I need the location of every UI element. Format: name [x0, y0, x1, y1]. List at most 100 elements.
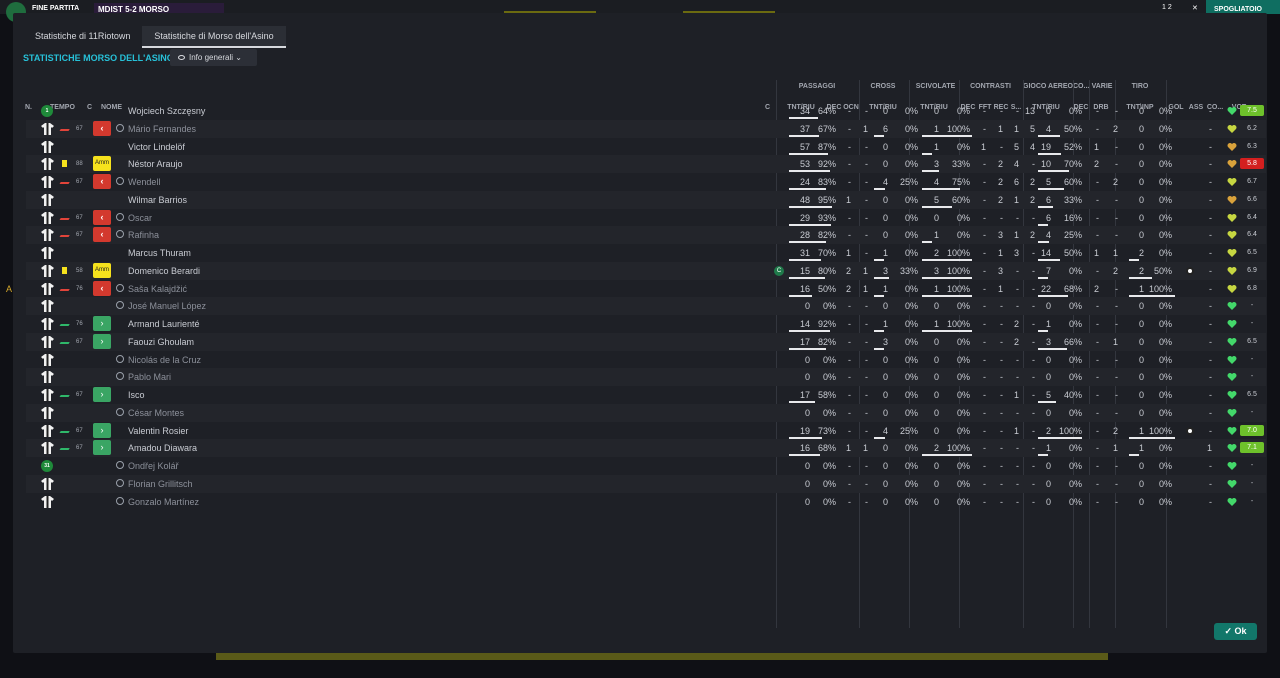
player-name[interactable]: Pablo Mari — [128, 371, 171, 383]
player-name[interactable]: Armand Laurienté — [128, 318, 200, 330]
stat-kdec: - — [983, 461, 986, 471]
stat-ap: 0% — [1068, 372, 1082, 383]
stat-sa: 0 — [933, 372, 939, 383]
table-row[interactable]: 67 › Isco 17 58% - -0 0% 0 0% - -1-5 40% - -0 0% -6.5 — [26, 386, 1266, 404]
player-name[interactable]: Nicolás de la Cruz — [128, 354, 201, 366]
table-row[interactable]: 67 ‹ Rafinha 28 82% - -0 0% 1 0% -3 1 2 4 25% - -0 0% -6.4 — [26, 226, 1266, 245]
player-name[interactable]: Valentin Rosier — [128, 425, 188, 437]
tab-away-stats[interactable]: Statistiche di Morso dell'Asino — [142, 26, 286, 48]
ratio-bar — [874, 436, 885, 439]
stat-kfft: - — [1000, 496, 1003, 507]
stat-ass: - — [1209, 265, 1212, 276]
heart-icon — [1227, 124, 1237, 133]
player-name[interactable]: Domenico Berardi — [128, 265, 200, 277]
stat-ass: - — [1209, 177, 1212, 187]
stat-sp: 0% — [956, 372, 970, 383]
stat-pp: 0% — [822, 407, 836, 418]
close-icon[interactable]: ✕ — [1192, 4, 1198, 12]
player-name[interactable]: Ondřej Kolář — [128, 460, 179, 472]
stat-krec: - — [1016, 461, 1019, 471]
stat-kfft: 2 — [997, 177, 1003, 187]
stat-ta: 1 — [1138, 425, 1144, 436]
table-row[interactable]: 67 ‹ Wendell 24 83% - -4 25% 4 75% -2 6 2 5 60% -2 0 0% -6… — [26, 173, 1266, 191]
player-name[interactable]: Faouzi Ghoulam — [128, 336, 194, 348]
stat-pocn: - — [865, 354, 868, 365]
stat-kfft: 2 — [997, 194, 1003, 205]
table-row[interactable]: Nicolás de la Cruz 0 0% - -0 0% 0 0% - - - -0 0% - -0 0… — [26, 351, 1266, 369]
heart-icon — [1227, 213, 1237, 222]
table-row[interactable]: 67 › Faouzi Ghoulam 17 82% - -3 0% 0 0% - -2-3 66% -1… — [26, 332, 1266, 351]
stat-tp: 0% — [1158, 230, 1172, 241]
rating-badge: 7.0 — [1240, 424, 1264, 436]
stat-kfft: - — [1000, 301, 1003, 312]
player-name[interactable]: Isco — [128, 389, 145, 401]
ok-button[interactable]: ✓ Ok — [1214, 623, 1257, 640]
table-row[interactable]: 76 ‹ Saša Kalajdžić 16 50% 2 1 1 0% 1 100% -1- -22 68… — [26, 280, 1266, 298]
ratio-bar — [789, 152, 829, 155]
rating-badge: - — [1250, 355, 1254, 363]
table-row[interactable]: 76 › Armand Laurienté 14 92% - -1 0% 1 100% - -2-1 0… — [26, 315, 1266, 333]
table-row[interactable]: José Manuel López 0 0% - -0 0% 0 0% - - - -0 0% - -0 0%… — [26, 297, 1266, 316]
heart-icon — [1227, 142, 1237, 151]
table-row[interactable]: Pablo Mari 0 0% - -0 0% 0 0% - - - -0 0% - -0 0% - - — [26, 368, 1266, 387]
player-name[interactable]: César Montes — [128, 407, 184, 419]
stat-pocn: 1 — [862, 283, 868, 294]
dressing-room-button[interactable]: SPOGLIATOIO — [1206, 0, 1280, 14]
stat-ca: 0 — [882, 478, 888, 489]
ratio-bar — [789, 436, 822, 439]
stat-krec: - — [1016, 354, 1019, 365]
player-name[interactable]: Amadou Diawara — [128, 442, 197, 454]
player-name[interactable]: Néstor Araujo — [128, 158, 183, 170]
table-row[interactable]: Wilmar Barrios 48 95% 1-0 0% 5 60% -2 1 2 6 33% - -0 0… — [26, 190, 1266, 209]
table-row[interactable]: César Montes 0 0% - -0 0% 0 0% - - - -0 0% - -0 0% - - — [26, 403, 1266, 422]
player-name[interactable]: Victor Lindelöf — [128, 141, 185, 153]
minute: 76 — [76, 285, 83, 292]
player-name[interactable]: Mário Fernandes — [128, 123, 196, 135]
stat-krec: 1 — [1013, 194, 1019, 205]
table-row[interactable]: 1 Wojciech Szczęsny 34 64% - -0 0% 0 0% - - -13 0 0% -… — [26, 102, 1266, 120]
table-row[interactable]: 88 Amm Néstor Araujo 53 92% - -0 0% 3 33% -2 4-10 70… — [26, 155, 1266, 174]
chevron-left-icon: ‹ — [93, 209, 111, 225]
table-row[interactable]: 67 › Valentin Rosier 19 73% - -4 25% 0 0% - -1-2 100… — [26, 422, 1266, 440]
player-name[interactable]: Wendell — [128, 176, 160, 188]
table-row[interactable]: Gonzalo Martínez 0 0% - -0 0% 0 0% - - - -0 0% - -0 0% -… — [26, 493, 1266, 511]
player-name[interactable]: Gonzalo Martínez — [128, 496, 199, 508]
stat-pdec: - — [848, 372, 851, 383]
table-row[interactable]: Victor Lindelöf 57 87% - -0 0% 1 0% 1-5 4 19 52% 1-0… — [26, 138, 1266, 156]
player-name[interactable]: Florian Grillitsch — [128, 478, 193, 490]
shirt-icon — [41, 176, 54, 188]
table-row[interactable]: 67 ‹ Mário Fernandes 37 67% -1 6 0% 1 100% -1 1 5 4 50… — [26, 119, 1266, 138]
table-row[interactable]: 31 Ondřej Kolář 0 0% - -0 0% 0 0% - - - -0 0% - -0 0% - - — [26, 457, 1266, 475]
player-name[interactable]: Saša Kalajdžić — [128, 283, 187, 295]
player-name[interactable]: Marcus Thuram — [128, 247, 191, 259]
stat-ass: - — [1209, 319, 1212, 329]
player-name[interactable]: Wojciech Szczęsny — [128, 105, 205, 117]
table-row[interactable]: Marcus Thuram 31 70% 1-1 0% 2 100% -1 3-14 50% 1 1 2… — [26, 244, 1266, 262]
stat-tp: 0% — [1158, 354, 1172, 365]
rating-badge: - — [1250, 408, 1254, 416]
stat-pp: 92% — [817, 159, 836, 170]
stat-ks: 2 — [1029, 177, 1035, 187]
stat-ks: - — [1032, 283, 1035, 294]
ratio-bar — [1038, 223, 1048, 226]
stat-pa: 15 — [799, 265, 810, 276]
tab-home-stats[interactable]: Statistiche di 11Riotown — [23, 26, 142, 48]
ratio-bar — [789, 347, 826, 350]
table-row[interactable]: 67 › Amadou Diawara 16 68% 1 1 0 0% 2 100% - - - -1 0% -… — [26, 439, 1266, 458]
view-dropdown[interactable]: Info generali ⌄ — [170, 49, 257, 66]
stat-kdec: - — [983, 106, 986, 116]
table-row[interactable]: 58 Amm Domenico Berardi C 15 80% 2 1 3 33% 3 100% -3… — [26, 261, 1266, 280]
stat-tp: 0% — [1158, 301, 1172, 312]
heart-icon — [1227, 107, 1237, 115]
stat-ks: 5 — [1029, 123, 1035, 134]
table-row[interactable]: 67 ‹ Oscar 29 93% - -0 0% 0 0% - - - -6 16% - -0 0% -6.4 — [26, 209, 1266, 227]
player-name[interactable]: Oscar — [128, 212, 152, 224]
stat-aa: 4 — [1045, 123, 1051, 134]
table-row[interactable]: Florian Grillitsch 0 0% - -0 0% 0 0% - - - -0 0% - -0 0… — [26, 474, 1266, 493]
stat-pdec: - — [848, 407, 851, 418]
player-name[interactable]: Rafinha — [128, 229, 159, 241]
player-name[interactable]: Wilmar Barrios — [128, 194, 187, 206]
stat-aa: 5 — [1045, 390, 1051, 400]
shirt-icon — [41, 300, 54, 313]
player-name[interactable]: José Manuel López — [128, 300, 206, 312]
